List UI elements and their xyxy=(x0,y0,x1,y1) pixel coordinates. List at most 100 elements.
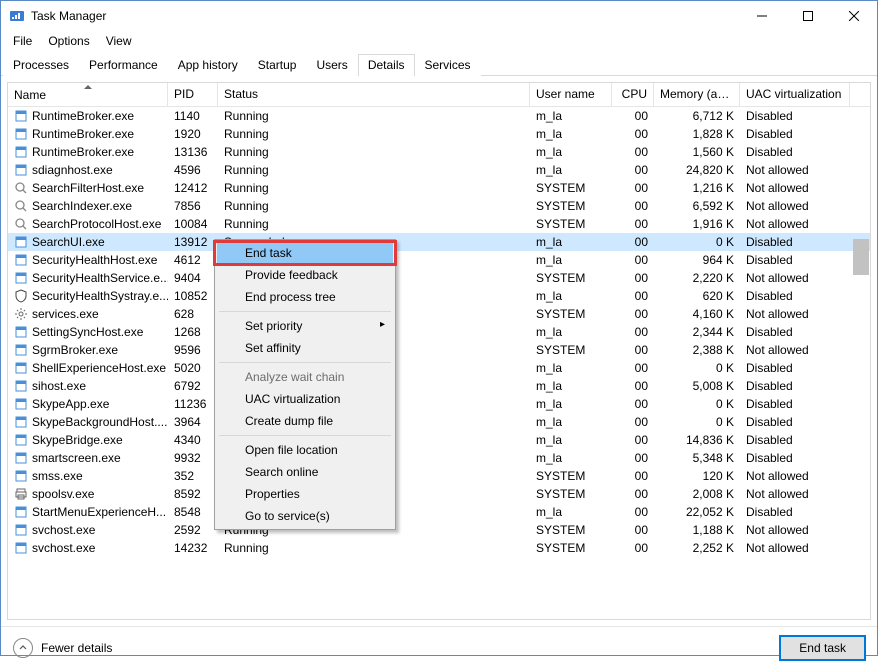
process-pid: 3964 xyxy=(168,414,218,430)
process-user: SYSTEM xyxy=(530,216,612,232)
menu-file[interactable]: File xyxy=(5,32,40,50)
table-row[interactable]: SettingSyncHost.exe1268m_la002,344 KDisa… xyxy=(8,323,870,341)
process-name: SecurityHealthService.e... xyxy=(32,271,168,285)
process-user: SYSTEM xyxy=(530,468,612,484)
cm-open-file-location[interactable]: Open file location xyxy=(217,439,393,461)
process-user: m_la xyxy=(530,162,612,178)
tab-performance[interactable]: Performance xyxy=(79,54,168,76)
cm-uac-virtualization[interactable]: UAC virtualization xyxy=(217,388,393,410)
process-cpu: 00 xyxy=(612,162,654,178)
table-row[interactable]: sihost.exe6792m_la005,008 KDisabled xyxy=(8,377,870,395)
cm-set-affinity[interactable]: Set affinity xyxy=(217,337,393,359)
process-pid: 10084 xyxy=(168,216,218,232)
table-row[interactable]: SkypeApp.exe11236m_la000 KDisabled xyxy=(8,395,870,413)
process-cpu: 00 xyxy=(612,468,654,484)
cm-create-dump-file[interactable]: Create dump file xyxy=(217,410,393,432)
process-uac: Disabled xyxy=(740,234,850,250)
cm-properties[interactable]: Properties xyxy=(217,483,393,505)
cm-go-to-services[interactable]: Go to service(s) xyxy=(217,505,393,527)
table-row[interactable]: services.exe628SYSTEM004,160 KNot allowe… xyxy=(8,305,870,323)
process-user: m_la xyxy=(530,414,612,430)
process-memory: 964 K xyxy=(654,252,740,268)
process-pid: 2592 xyxy=(168,522,218,538)
table-row[interactable]: RuntimeBroker.exe1920Runningm_la001,828 … xyxy=(8,125,870,143)
col-name[interactable]: Name xyxy=(8,83,168,106)
fewer-details-button[interactable]: Fewer details xyxy=(13,638,112,658)
menu-options[interactable]: Options xyxy=(40,32,97,50)
process-pid: 9404 xyxy=(168,270,218,286)
footer: Fewer details End task xyxy=(1,626,877,668)
process-icon xyxy=(14,217,28,231)
scrollbar-thumb[interactable] xyxy=(853,239,869,275)
table-row[interactable]: svchost.exe14232RunningSYSTEM002,252 KNo… xyxy=(8,539,870,557)
cm-end-process-tree[interactable]: End process tree xyxy=(217,286,393,308)
process-pid: 11236 xyxy=(168,396,218,412)
table-row[interactable]: SecurityHealthService.e...9404SYSTEM002,… xyxy=(8,269,870,287)
table-row[interactable]: SecurityHealthHost.exe4612m_la00964 KDis… xyxy=(8,251,870,269)
process-uac: Not allowed xyxy=(740,342,850,358)
process-cpu: 00 xyxy=(612,504,654,520)
menubar: File Options View xyxy=(1,31,877,51)
table-row[interactable]: SkypeBridge.exe4340m_la0014,836 KDisable… xyxy=(8,431,870,449)
table-row[interactable]: SearchProtocolHost.exe10084RunningSYSTEM… xyxy=(8,215,870,233)
table-row[interactable]: SearchFilterHost.exe12412RunningSYSTEM00… xyxy=(8,179,870,197)
cm-provide-feedback[interactable]: Provide feedback xyxy=(217,264,393,286)
process-name: SettingSyncHost.exe xyxy=(32,325,143,339)
col-memory[interactable]: Memory (ac... xyxy=(654,83,740,106)
table-row[interactable]: SearchUI.exe13912Suspendedm_la000 KDisab… xyxy=(8,233,870,251)
table-row[interactable]: smartscreen.exe9932m_la005,348 KDisabled xyxy=(8,449,870,467)
process-memory: 6,592 K xyxy=(654,198,740,214)
col-uac[interactable]: UAC virtualization xyxy=(740,83,850,106)
process-cpu: 00 xyxy=(612,270,654,286)
table-row[interactable]: SearchIndexer.exe7856RunningSYSTEM006,59… xyxy=(8,197,870,215)
process-name: RuntimeBroker.exe xyxy=(32,145,134,159)
process-memory: 14,836 K xyxy=(654,432,740,448)
process-memory: 2,344 K xyxy=(654,324,740,340)
tab-services[interactable]: Services xyxy=(415,54,481,76)
tab-users[interactable]: Users xyxy=(306,54,357,76)
table-row[interactable]: SecurityHealthSystray.e...10852m_la00620… xyxy=(8,287,870,305)
process-user: m_la xyxy=(530,360,612,376)
process-uac: Disabled xyxy=(740,396,850,412)
process-pid: 4340 xyxy=(168,432,218,448)
process-status: Running xyxy=(218,108,530,124)
table-row[interactable]: StartMenuExperienceH...8548m_la0022,052 … xyxy=(8,503,870,521)
process-name: SearchIndexer.exe xyxy=(32,199,132,213)
process-uac: Not allowed xyxy=(740,270,850,286)
maximize-button[interactable] xyxy=(785,1,831,31)
table-row[interactable]: sdiagnhost.exe4596Runningm_la0024,820 KN… xyxy=(8,161,870,179)
tab-processes[interactable]: Processes xyxy=(3,54,79,76)
process-memory: 4,160 K xyxy=(654,306,740,322)
tab-startup[interactable]: Startup xyxy=(248,54,307,76)
tab-app-history[interactable]: App history xyxy=(168,54,248,76)
menu-view[interactable]: View xyxy=(98,32,140,50)
col-user[interactable]: User name xyxy=(530,83,612,106)
process-name: smartscreen.exe xyxy=(32,451,121,465)
table-row[interactable]: RuntimeBroker.exe1140Runningm_la006,712 … xyxy=(8,107,870,125)
tab-details[interactable]: Details xyxy=(358,54,415,76)
cm-search-online[interactable]: Search online xyxy=(217,461,393,483)
table-row[interactable]: SgrmBroker.exe9596SYSTEM002,388 KNot all… xyxy=(8,341,870,359)
process-name: svchost.exe xyxy=(32,523,95,537)
process-user: m_la xyxy=(530,504,612,520)
process-name: svchost.exe xyxy=(32,541,95,555)
minimize-button[interactable] xyxy=(739,1,785,31)
table-row[interactable]: RuntimeBroker.exe13136Runningm_la001,560… xyxy=(8,143,870,161)
process-status: Running xyxy=(218,126,530,142)
close-button[interactable] xyxy=(831,1,877,31)
table-row[interactable]: ShellExperienceHost.exe5020m_la000 KDisa… xyxy=(8,359,870,377)
col-pid[interactable]: PID xyxy=(168,83,218,106)
process-pid: 8548 xyxy=(168,504,218,520)
cm-set-priority[interactable]: Set priority xyxy=(217,315,393,337)
table-row[interactable]: spoolsv.exe8592SYSTEM002,008 KNot allowe… xyxy=(8,485,870,503)
process-cpu: 00 xyxy=(612,198,654,214)
col-status[interactable]: Status xyxy=(218,83,530,106)
table-row[interactable]: smss.exe352SYSTEM00120 KNot allowed xyxy=(8,467,870,485)
table-row[interactable]: svchost.exe2592RunningSYSTEM001,188 KNot… xyxy=(8,521,870,539)
cm-end-task[interactable]: End task xyxy=(217,242,393,264)
col-cpu[interactable]: CPU xyxy=(612,83,654,106)
process-pid: 7856 xyxy=(168,198,218,214)
table-body[interactable]: RuntimeBroker.exe1140Runningm_la006,712 … xyxy=(8,107,870,619)
process-memory: 1,560 K xyxy=(654,144,740,160)
table-row[interactable]: SkypeBackgroundHost....3964m_la000 KDisa… xyxy=(8,413,870,431)
